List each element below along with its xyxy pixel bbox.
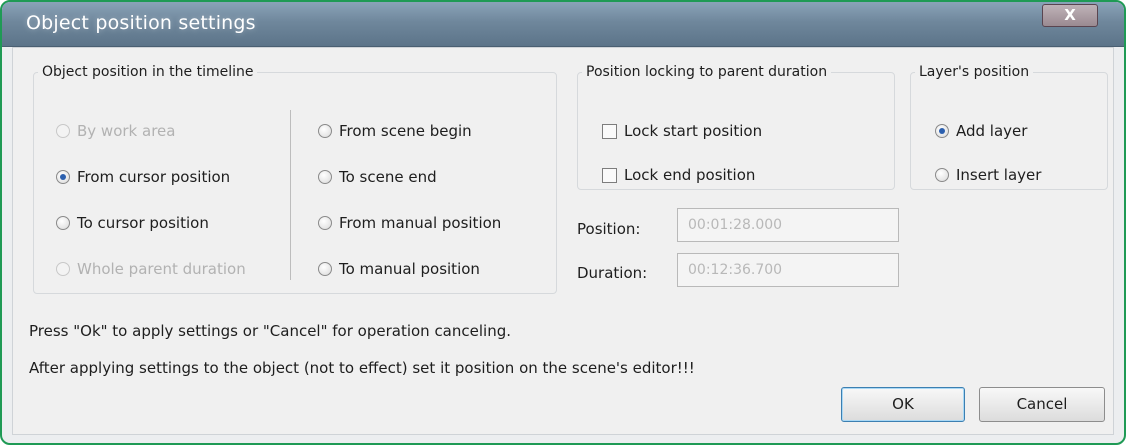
radio-indicator (56, 124, 70, 138)
radio-indicator (935, 168, 949, 182)
position-locking-group: Position locking to parent duration Lock… (577, 64, 895, 190)
radio-label: By work area (77, 122, 176, 140)
radio-label: From manual position (339, 214, 502, 232)
ok-button[interactable]: OK (841, 387, 965, 422)
position-locking-legend: Position locking to parent duration (586, 64, 828, 80)
radio-indicator (318, 262, 332, 276)
position-field[interactable]: 00:01:28.000 (677, 208, 899, 242)
radio-label: From cursor position (77, 168, 231, 186)
radio-indicator (318, 170, 332, 184)
checkbox-lock-end-position[interactable]: Lock end position (602, 166, 755, 184)
duration-field[interactable]: 00:12:36.700 (677, 253, 899, 287)
info-line-2: After applying settings to the object (n… (29, 359, 695, 377)
duration-value: 00:12:36.700 (688, 262, 783, 278)
position-value: 00:01:28.000 (688, 217, 783, 233)
checkbox-label: Lock start position (624, 122, 763, 140)
dialog-window: Object position settings X Object positi… (0, 0, 1126, 445)
radio-indicator (935, 124, 949, 138)
checkbox-box (602, 167, 617, 183)
radio-whole-parent-duration: Whole parent duration (56, 260, 246, 278)
radio-indicator (318, 124, 332, 138)
radio-from-scene-begin[interactable]: From scene begin (318, 122, 472, 140)
checkbox-label: Lock end position (624, 166, 756, 184)
checkbox-lock-start-position[interactable]: Lock start position (602, 122, 762, 140)
radio-label: Whole parent duration (77, 260, 246, 278)
radio-label: To cursor position (77, 214, 209, 232)
dialog-client-area: Object position in the timeline By work … (12, 47, 1114, 435)
timeline-position-legend: Object position in the timeline (42, 64, 254, 80)
radio-label: Add layer (956, 122, 1028, 140)
radio-to-cursor-position[interactable]: To cursor position (56, 214, 209, 232)
radio-add-layer[interactable]: Add layer (935, 122, 1027, 140)
radio-label: To scene end (339, 168, 437, 186)
close-button[interactable]: X (1042, 4, 1098, 27)
cancel-button[interactable]: Cancel (979, 387, 1105, 422)
radio-indicator (56, 170, 70, 184)
title-bar[interactable]: Object position settings X (2, 2, 1124, 47)
radio-label: To manual position (339, 260, 480, 278)
radio-from-cursor-position[interactable]: From cursor position (56, 168, 230, 186)
radio-label: Insert layer (956, 166, 1042, 184)
timeline-position-group: Object position in the timeline By work … (33, 64, 557, 294)
position-label: Position: (577, 220, 641, 238)
window-title: Object position settings (26, 12, 256, 34)
radio-indicator (318, 216, 332, 230)
checkbox-box (602, 123, 617, 139)
radio-from-manual-position[interactable]: From manual position (318, 214, 501, 232)
radio-indicator (56, 262, 70, 276)
layer-position-legend: Layer's position (919, 64, 1030, 80)
radio-indicator (56, 216, 70, 230)
column-divider (290, 110, 291, 280)
radio-by-work-area: By work area (56, 122, 175, 140)
close-icon: X (1064, 6, 1076, 24)
radio-to-scene-end[interactable]: To scene end (318, 168, 437, 186)
radio-label: From scene begin (339, 122, 472, 140)
radio-insert-layer[interactable]: Insert layer (935, 166, 1041, 184)
layer-position-group: Layer's position Add layer Insert layer (910, 64, 1108, 190)
info-line-1: Press "Ok" to apply settings or "Cancel"… (29, 322, 511, 340)
radio-to-manual-position[interactable]: To manual position (318, 260, 480, 278)
duration-label: Duration: (577, 264, 648, 282)
